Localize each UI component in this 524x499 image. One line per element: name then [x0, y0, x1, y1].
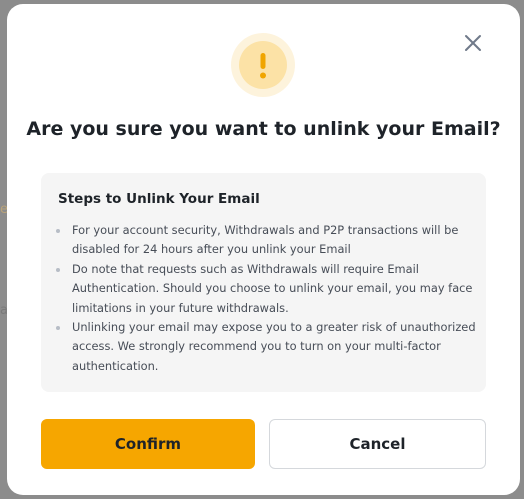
steps-panel: Steps to Unlink Your Email For your acco…: [41, 173, 486, 392]
list-item-text: For your account security, Withdrawals a…: [72, 223, 459, 257]
dialog-title: Are you sure you want to unlink your Ema…: [26, 118, 501, 140]
confirm-button[interactable]: Confirm: [41, 419, 255, 469]
list-item: For your account security, Withdrawals a…: [53, 221, 478, 260]
steps-list: For your account security, Withdrawals a…: [53, 221, 478, 376]
list-item-text: Do note that requests such as Withdrawal…: [72, 261, 473, 315]
close-button[interactable]: [462, 32, 484, 54]
unlink-email-dialog: Are you sure you want to unlink your Ema…: [7, 4, 520, 495]
list-item: Unlinking your email may expose you to a…: [53, 318, 478, 376]
bullet-icon: [56, 267, 60, 272]
bullet-icon: [56, 326, 60, 331]
bullet-icon: [56, 229, 60, 233]
list-item-text: Unlinking your email may expose you to a…: [72, 320, 476, 373]
warning-badge: [231, 33, 295, 97]
list-item: Do note that requests such as Withdrawal…: [53, 260, 478, 318]
cancel-button[interactable]: Cancel: [269, 419, 486, 469]
steps-heading: Steps to Unlink Your Email: [58, 191, 260, 207]
warning-icon: [260, 53, 266, 79]
close-icon: [465, 35, 481, 51]
